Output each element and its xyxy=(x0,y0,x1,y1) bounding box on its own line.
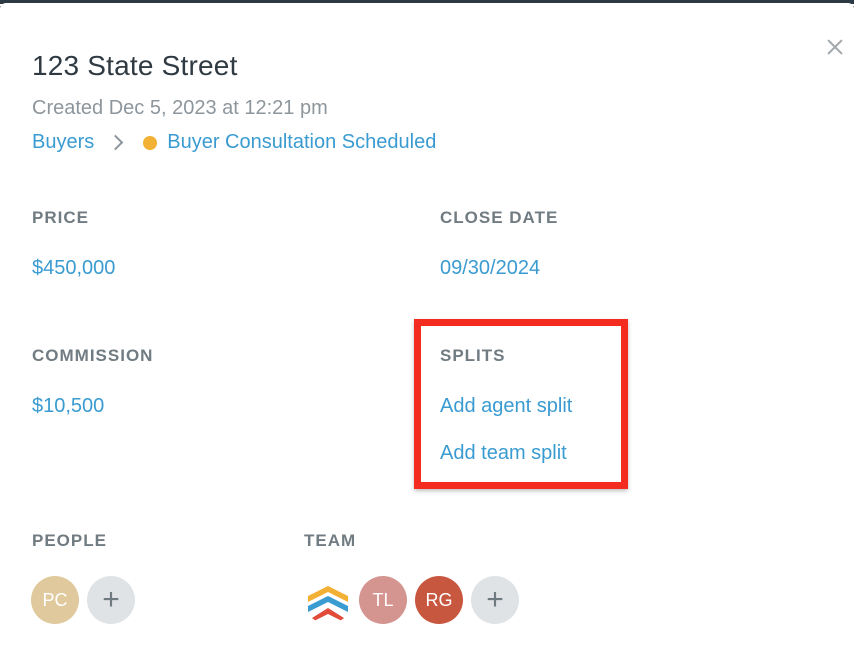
team-logo-icon[interactable] xyxy=(304,576,352,624)
chevron-right-icon xyxy=(107,134,124,151)
created-timestamp: Created Dec 5, 2023 at 12:21 pm xyxy=(32,97,328,119)
close-date-value[interactable]: 09/30/2024 xyxy=(440,257,540,280)
people-label: PEOPLE xyxy=(32,531,107,550)
status-dot-icon xyxy=(143,135,158,150)
close-icon[interactable] xyxy=(822,33,850,61)
breadcrumb-stage-link[interactable]: Buyers xyxy=(32,131,94,154)
add-team-member-button[interactable]: + xyxy=(471,576,519,624)
deal-details-modal: 123 State Street Created Dec 5, 2023 at … xyxy=(0,3,854,645)
breadcrumb-status-link[interactable]: Buyer Consultation Scheduled xyxy=(167,131,436,154)
splits-highlight-box xyxy=(414,319,628,489)
breadcrumb: Buyers Buyer Consultation Scheduled xyxy=(32,131,436,154)
add-person-button[interactable]: + xyxy=(87,576,135,624)
avatar-tl[interactable]: TL xyxy=(359,576,407,624)
avatar-pc[interactable]: PC xyxy=(31,576,79,624)
team-label: TEAM xyxy=(304,531,357,550)
price-value[interactable]: $450,000 xyxy=(32,257,115,280)
avatar-rg[interactable]: RG xyxy=(415,576,463,624)
close-date-label: CLOSE DATE xyxy=(440,208,559,227)
commission-label: COMMISSION xyxy=(32,346,154,365)
commission-value[interactable]: $10,500 xyxy=(32,395,104,418)
deal-title: 123 State Street xyxy=(32,50,238,81)
price-label: PRICE xyxy=(32,208,89,227)
